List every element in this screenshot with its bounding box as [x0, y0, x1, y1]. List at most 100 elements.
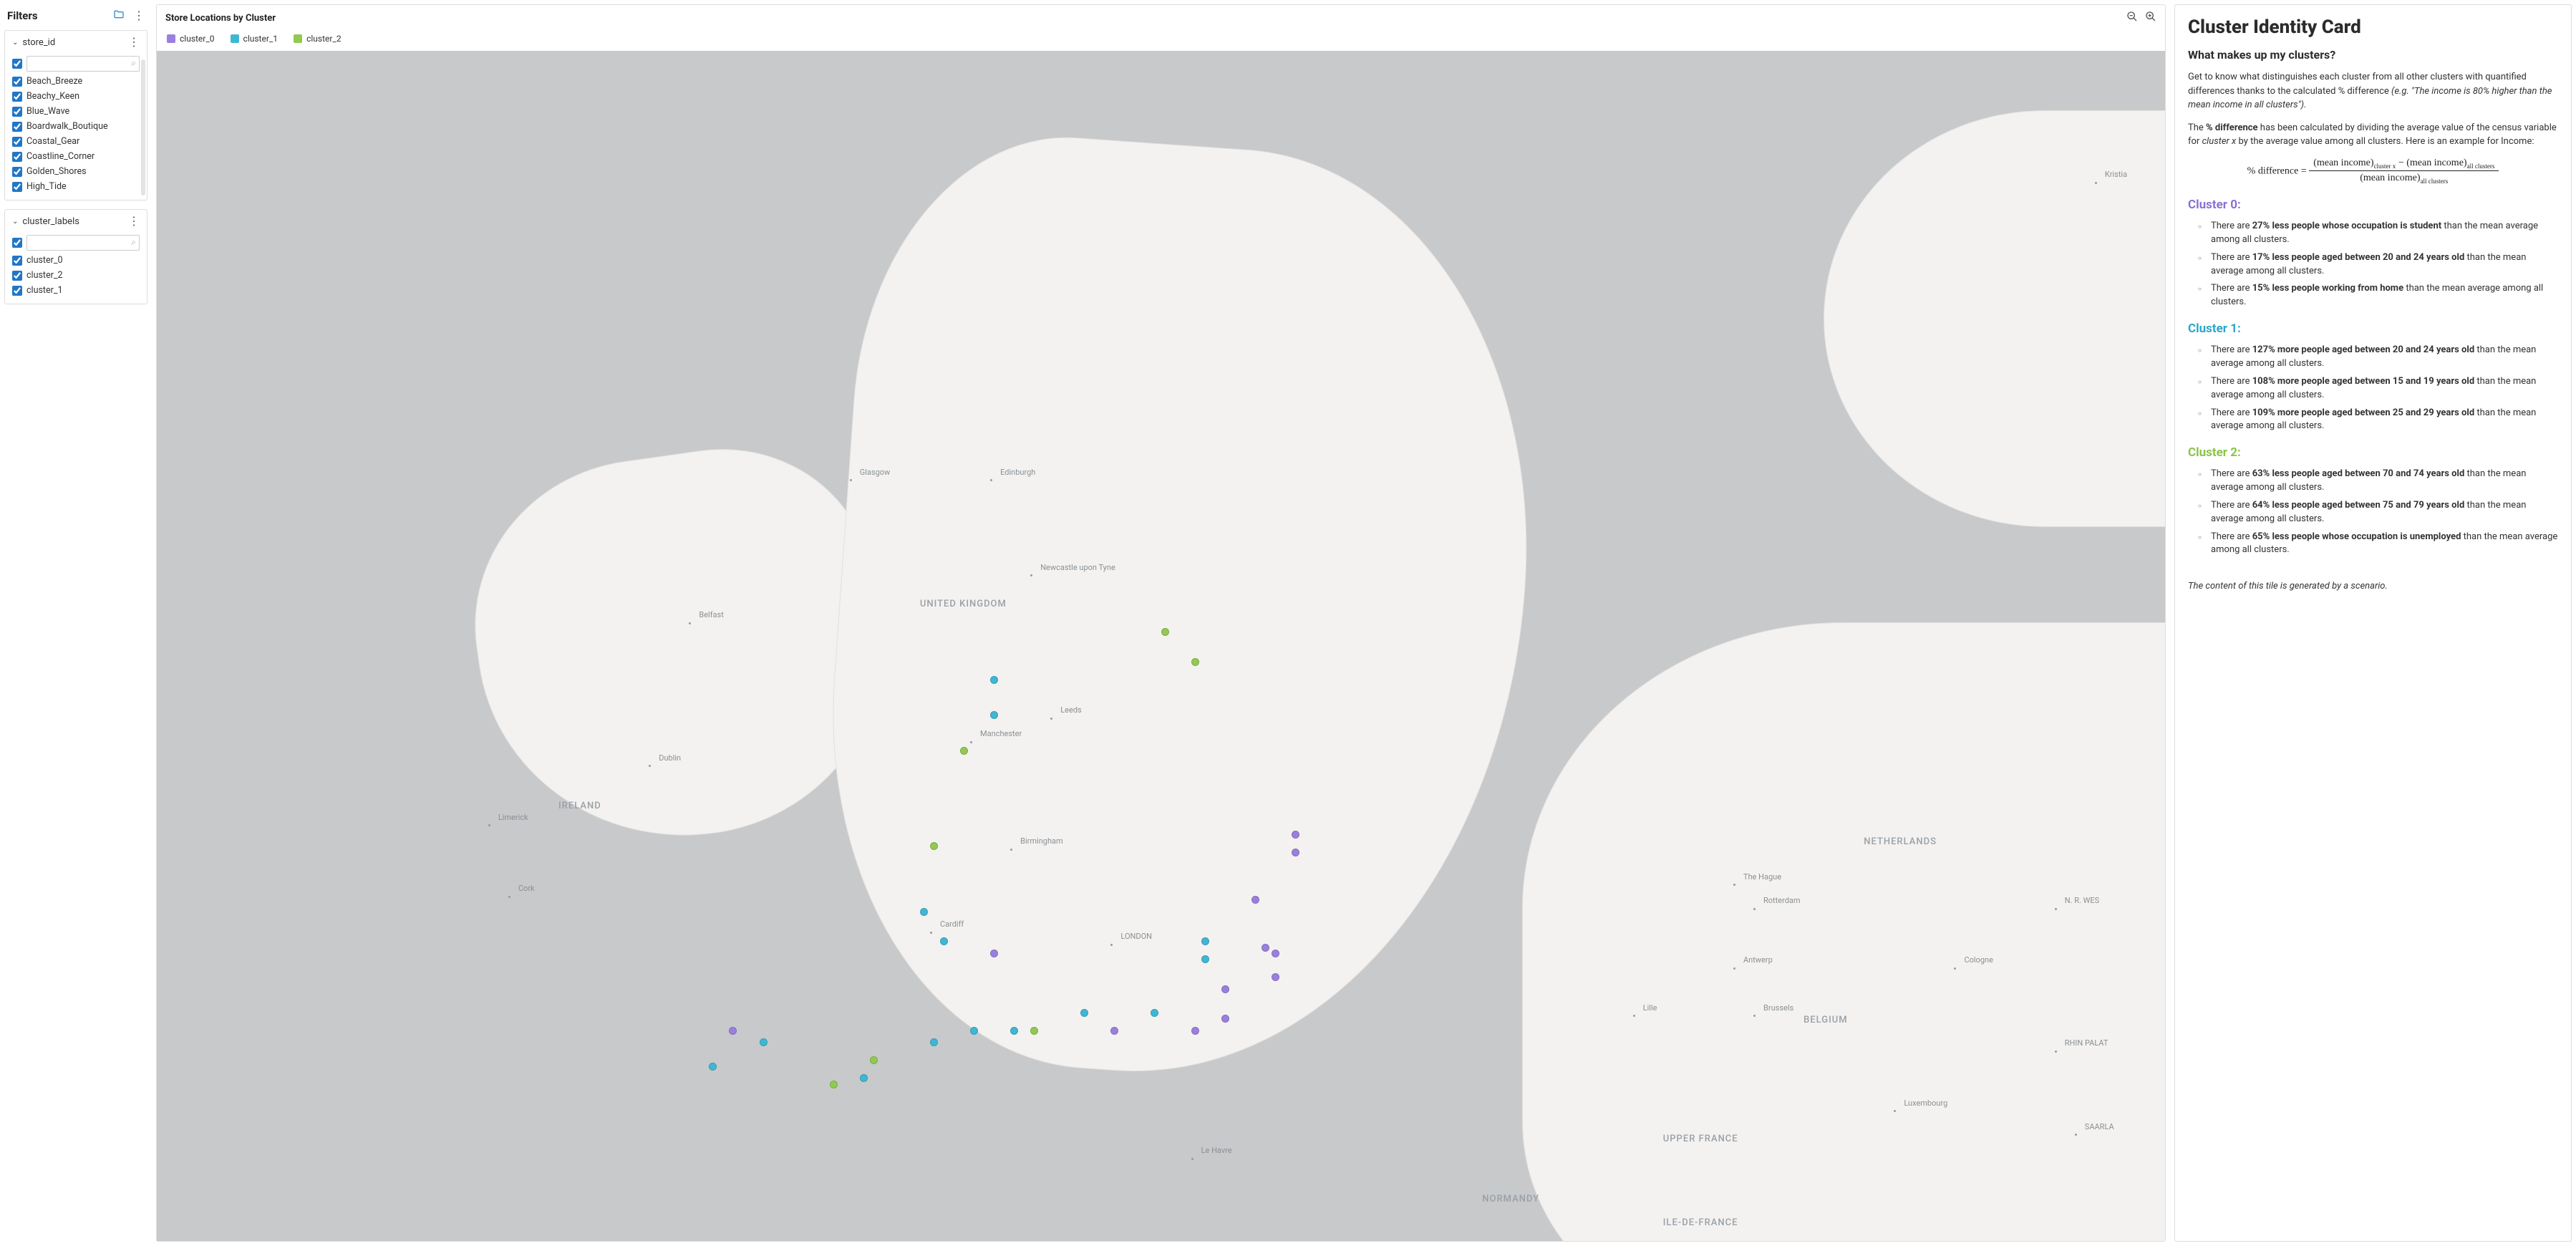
store-marker[interactable]: [930, 1038, 938, 1046]
cluster-heading: Cluster 0:: [2188, 198, 2558, 212]
filter-checkbox[interactable]: [12, 271, 22, 281]
store-marker[interactable]: [1221, 1015, 1229, 1023]
store-marker[interactable]: [870, 1056, 878, 1064]
store-marker[interactable]: [729, 1027, 737, 1035]
store-marker[interactable]: [1191, 658, 1199, 666]
cluster-bullet: There are 109% more people aged between …: [2201, 405, 2558, 436]
filter-item[interactable]: Coastline_Corner: [12, 149, 140, 164]
filter-checkbox[interactable]: [12, 256, 22, 266]
filter-block-store_id: ⌄store_id⋮ ⌕ Beach_Breeze Beachy_Keen Blue_W…: [4, 30, 147, 201]
map-legend: cluster_0 cluster_1 cluster_2: [157, 31, 2165, 51]
store-marker[interactable]: [1272, 973, 1279, 981]
filter-more-icon[interactable]: ⋮: [128, 37, 140, 48]
filter-item[interactable]: High_Tide: [12, 179, 140, 194]
filter-select-all[interactable]: [12, 238, 22, 248]
store-marker[interactable]: [920, 908, 928, 916]
filter-item[interactable]: cluster_2: [12, 268, 140, 283]
filter-checkbox[interactable]: [12, 167, 22, 177]
store-marker[interactable]: [830, 1081, 838, 1088]
filter-item[interactable]: Boardwalk_Boutique: [12, 119, 140, 134]
filter-label: Coastline_Corner: [26, 151, 95, 162]
filter-block-header[interactable]: ⌄cluster_labels⋮: [5, 210, 147, 233]
city-marker: [508, 896, 510, 898]
legend-swatch: [294, 34, 302, 43]
filter-search-input[interactable]: [26, 235, 140, 251]
chevron-down-icon: ⌄: [12, 39, 18, 47]
legend-label: cluster_0: [180, 34, 215, 44]
filter-checkbox[interactable]: [12, 107, 22, 117]
filter-item[interactable]: cluster_1: [12, 283, 140, 298]
identity-panel: Cluster Identity Card What makes up my c…: [2174, 4, 2572, 1242]
filter-item[interactable]: Beachy_Keen: [12, 89, 140, 104]
map-canvas[interactable]: UNITED KINGDOMIRELANDNETHERLANDSBELGIUMN…: [157, 51, 2165, 1241]
store-marker[interactable]: [1262, 944, 1269, 952]
filter-item[interactable]: cluster_0: [12, 253, 140, 268]
landmass: [1522, 622, 2165, 1241]
filter-checkbox[interactable]: [12, 122, 22, 132]
identity-intro-2: The % difference has been calculated by …: [2188, 121, 2558, 149]
store-marker[interactable]: [1201, 955, 1209, 963]
landmass: [808, 123, 1554, 1097]
store-marker[interactable]: [970, 1027, 978, 1035]
cluster-bullet: There are 63% less people aged between 7…: [2201, 465, 2558, 497]
scrollbar[interactable]: [141, 59, 145, 195]
filter-item[interactable]: Coastal_Gear: [12, 134, 140, 149]
filter-item[interactable]: Blue_Wave: [12, 104, 140, 119]
identity-footnote: The content of this tile is generated by…: [2188, 579, 2558, 594]
store-marker[interactable]: [990, 676, 998, 684]
store-marker[interactable]: [1161, 628, 1169, 636]
city-marker: [2055, 908, 2057, 910]
cluster-bullet: There are 27% less people whose occupati…: [2201, 218, 2558, 249]
store-marker[interactable]: [1030, 1027, 1038, 1035]
filter-checkbox[interactable]: [12, 137, 22, 147]
store-marker[interactable]: [1292, 831, 1299, 839]
store-marker[interactable]: [709, 1063, 717, 1071]
city-marker: [1010, 849, 1012, 851]
filter-label: Blue_Wave: [26, 106, 69, 117]
filter-label: Golden_Shores: [26, 166, 87, 177]
search-icon: ⌕: [131, 237, 136, 248]
store-marker[interactable]: [760, 1038, 768, 1046]
legend-item[interactable]: cluster_0: [167, 34, 215, 44]
filter-block-header[interactable]: ⌄store_id⋮: [5, 31, 147, 54]
store-marker[interactable]: [1251, 896, 1259, 904]
filter-checkbox[interactable]: [12, 92, 22, 102]
filters-header: Filters ⋮: [4, 4, 147, 30]
zoom-in-icon[interactable]: [2145, 11, 2156, 25]
legend-item[interactable]: cluster_2: [294, 34, 342, 44]
filter-item[interactable]: Beach_Breeze: [12, 74, 140, 89]
store-marker[interactable]: [990, 950, 998, 957]
city-marker: [1753, 908, 1756, 910]
store-marker[interactable]: [1292, 849, 1299, 856]
search-icon: ⌕: [131, 58, 136, 69]
store-marker[interactable]: [1221, 985, 1229, 993]
cluster-bullet: There are 65% less people whose occupati…: [2201, 528, 2558, 560]
city-marker: [970, 741, 972, 743]
map-region-label: NORMANDY: [1482, 1194, 1539, 1204]
filter-select-all[interactable]: [12, 59, 22, 69]
map-city-label: Le Havre: [1201, 1146, 1232, 1155]
filter-label: Beachy_Keen: [26, 91, 79, 102]
store-marker[interactable]: [1191, 1027, 1199, 1035]
store-marker[interactable]: [860, 1074, 868, 1082]
filter-checkbox[interactable]: [12, 286, 22, 296]
zoom-out-icon[interactable]: [2126, 11, 2138, 25]
cluster-bullets: There are 27% less people whose occupati…: [2188, 218, 2558, 312]
filter-more-icon[interactable]: ⋮: [128, 216, 140, 227]
filters-more-icon[interactable]: ⋮: [133, 10, 145, 21]
filter-checkbox[interactable]: [12, 77, 22, 87]
filters-panel: Filters ⋮ ⌄store_id⋮ ⌕ Beach_Breeze Beachy_…: [4, 4, 147, 1242]
legend-swatch: [167, 34, 175, 43]
cluster-heading: Cluster 2:: [2188, 445, 2558, 460]
filter-name: cluster_labels: [22, 216, 79, 227]
store-marker[interactable]: [1272, 950, 1279, 957]
legend-item[interactable]: cluster_1: [231, 34, 279, 44]
filter-checkbox[interactable]: [12, 182, 22, 192]
store-marker[interactable]: [1201, 937, 1209, 945]
filter-checkbox[interactable]: [12, 152, 22, 162]
folder-icon[interactable]: [113, 9, 125, 23]
city-marker: [1050, 718, 1052, 720]
filter-search-input[interactable]: [26, 56, 140, 72]
filter-item[interactable]: Golden_Shores: [12, 164, 140, 179]
store-marker[interactable]: [1010, 1027, 1018, 1035]
